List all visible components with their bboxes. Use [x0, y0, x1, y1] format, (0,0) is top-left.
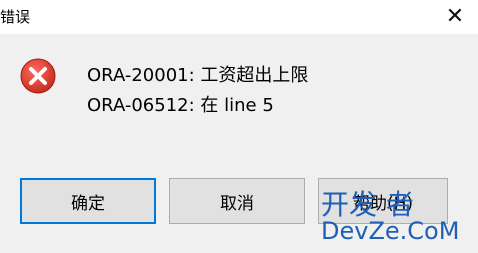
- title-bar: 错误 ✕: [0, 0, 478, 34]
- dialog-content: ORA-20001: 工资超出上限 ORA-06512: 在 line 5 确定…: [0, 34, 478, 253]
- error-message-line-2: ORA-06512: 在 line 5: [87, 95, 274, 116]
- ok-button-label: 确定: [71, 193, 105, 214]
- ok-button[interactable]: 确定: [20, 178, 156, 224]
- close-icon: ✕: [445, 4, 465, 29]
- help-button[interactable]: 帮助(H): [318, 178, 448, 224]
- help-button-label: 帮助(H): [352, 193, 414, 214]
- error-icon: [20, 58, 56, 94]
- error-message-line-1: ORA-20001: 工资超出上限: [87, 65, 309, 86]
- window-title: 错误: [0, 8, 31, 26]
- cancel-button-label: 取消: [220, 193, 254, 214]
- close-button[interactable]: ✕: [432, 0, 478, 34]
- cancel-button[interactable]: 取消: [169, 178, 305, 224]
